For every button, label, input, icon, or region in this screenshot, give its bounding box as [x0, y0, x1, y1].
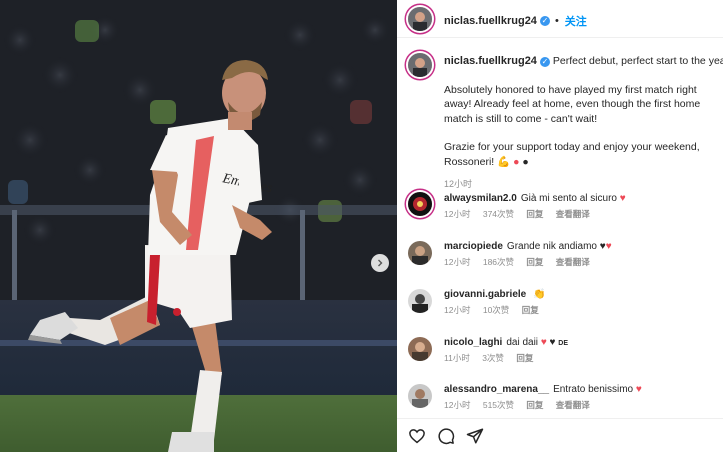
header-username[interactable]: niclas.fuellkrug24	[444, 15, 537, 27]
see-translation-button[interactable]: 查看翻译	[556, 209, 590, 219]
comment-time: 12小时	[444, 257, 471, 267]
commenter-avatar[interactable]	[408, 289, 432, 313]
post-side-panel: niclas.fuellkrug24 ✓ • 关注 niclas.fuellkr…	[397, 0, 723, 452]
comment-likes: 3次赞	[482, 353, 504, 363]
comment-username[interactable]: alwaysmilan2.0	[444, 193, 517, 204]
reply-button[interactable]: 回复	[526, 257, 543, 267]
comment-button[interactable]	[437, 427, 455, 445]
heart-emoji-icon: ♥	[619, 193, 626, 204]
caption-body: Absolutely honored to have played my fir…	[444, 83, 701, 125]
caption-headline: Perfect debut, perfect start to the year	[552, 55, 723, 67]
comment-item: marciopiede Grande nik andiamo ♥♥ 12小时 18…	[397, 241, 723, 281]
reply-button[interactable]: 回复	[522, 305, 539, 315]
commenter-avatar[interactable]	[408, 192, 432, 216]
comment-time: 11小时	[444, 353, 470, 363]
post-header: niclas.fuellkrug24 ✓ • 关注	[397, 0, 723, 38]
comment-likes: 515次赞	[482, 400, 515, 410]
verified-badge-icon: ✓	[539, 16, 550, 26]
separator-dot: •	[554, 15, 559, 27]
clapping-hands-icon: 👏	[533, 289, 546, 300]
red-heart-icon: ♥	[540, 337, 547, 348]
commenter-avatar[interactable]	[408, 241, 432, 265]
comment-likes: 10次赞	[482, 305, 510, 315]
comment-username[interactable]: giovanni.gabriele	[444, 289, 526, 300]
comment-text: dai daii	[506, 337, 539, 348]
comment-bubble-icon	[438, 427, 455, 444]
action-bar	[397, 418, 723, 452]
comment-text: Già mi sento al sicuro	[520, 193, 617, 204]
author-avatar[interactable]	[408, 7, 432, 31]
comment-likes: 374次赞	[482, 209, 515, 219]
black-circle-icon: ●	[522, 155, 529, 168]
reply-button[interactable]: 回复	[526, 400, 543, 410]
chevron-right-icon	[378, 259, 383, 267]
follow-button[interactable]: 关注	[565, 13, 587, 29]
comment-time: 12小时	[444, 400, 471, 410]
post-caption: niclas.fuellkrug24 ✓ Perfect debut, perfe…	[444, 54, 723, 192]
comment-username[interactable]: nicolo_laghi	[444, 337, 502, 348]
comment-username[interactable]: marciopiede	[444, 241, 503, 252]
comment-username[interactable]: alessandro_marena__	[444, 384, 549, 395]
heart-emoji-icon: ♥	[635, 384, 642, 395]
caption-username[interactable]: niclas.fuellkrug24	[444, 55, 537, 67]
reply-button[interactable]: 回复	[516, 353, 533, 363]
reply-button[interactable]: 回复	[526, 209, 543, 219]
comment-time: 12小时	[444, 305, 471, 315]
comment-item: giovanni.gabriele 👏 12小时 10次赞 回复	[397, 289, 723, 329]
comment-item: alwaysmilan2.0 Già mi sento al sicuro ♥ 1…	[397, 192, 723, 233]
player-figure: Emirates	[28, 60, 274, 452]
commenter-avatar[interactable]	[408, 384, 432, 408]
post-photo[interactable]: Emirates	[0, 0, 397, 452]
de-flag-icon: DE	[558, 340, 568, 347]
send-icon	[466, 428, 484, 443]
comment-text: Entrato benissimo	[553, 384, 634, 395]
post-timestamp: 12小时	[444, 179, 473, 189]
verified-badge-icon: ✓	[539, 57, 550, 67]
carousel-next-button[interactable]	[371, 254, 389, 272]
comment-item: nicolo_laghi dai daii ♥ ♥ DE 11小时 3次赞 回复	[397, 337, 723, 377]
like-button[interactable]	[408, 427, 426, 445]
heart-icon	[409, 428, 425, 443]
caption-thanks: Grazie for your support today and enjoy …	[444, 141, 700, 168]
see-translation-button[interactable]: 查看翻译	[556, 257, 590, 267]
see-translation-button[interactable]: 查看翻译	[556, 400, 590, 410]
commenter-avatar[interactable]	[408, 337, 432, 361]
comment-likes: 186次赞	[482, 257, 515, 267]
share-button[interactable]	[466, 427, 484, 445]
comment-time: 12小时	[444, 209, 471, 219]
caption-avatar[interactable]	[408, 53, 432, 77]
red-circle-icon: ●	[513, 155, 520, 168]
red-heart-icon: ♥	[605, 241, 612, 252]
comment-text: Grande nik andiamo	[506, 241, 597, 252]
black-heart-icon: ♥	[549, 337, 556, 348]
flexed-biceps-icon: 💪	[497, 155, 511, 168]
